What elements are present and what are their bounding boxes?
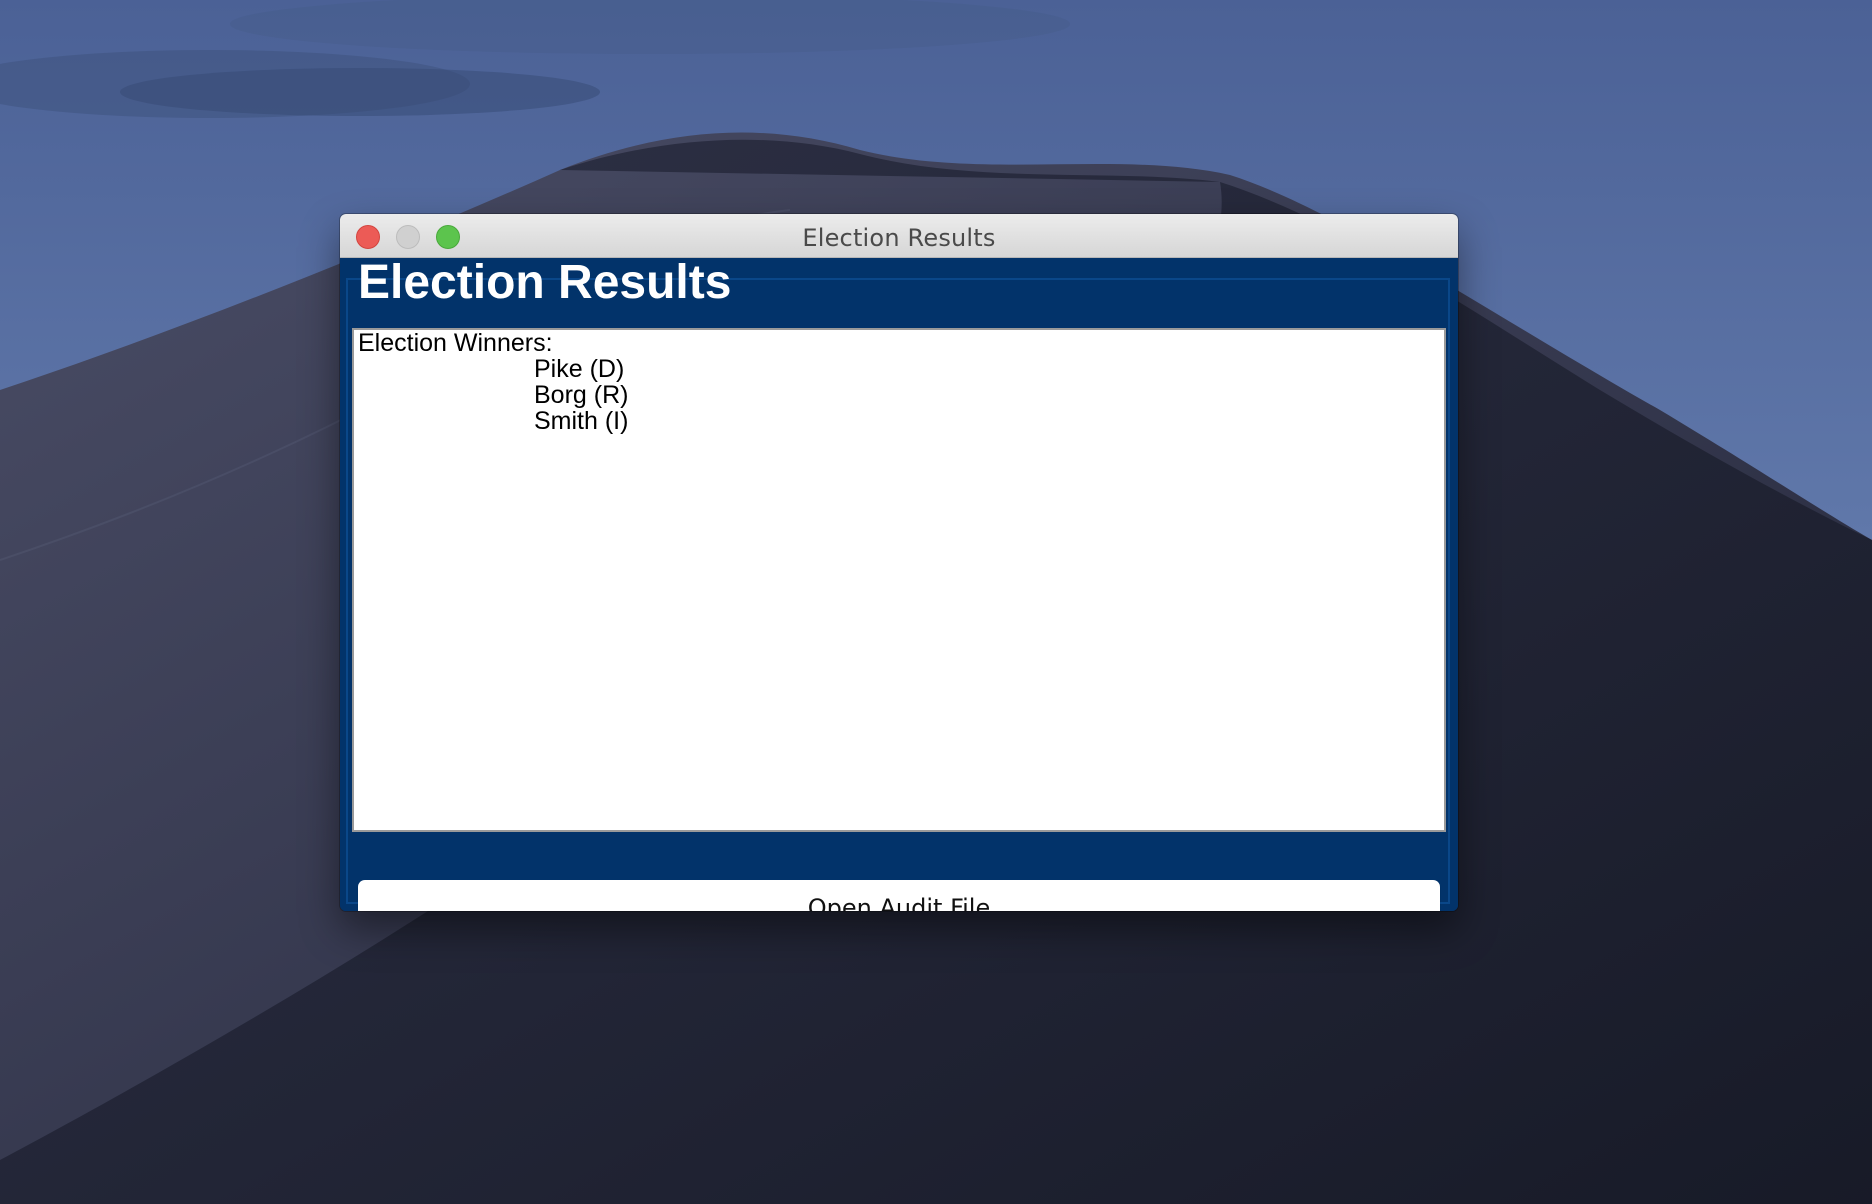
winner-item: Smith (I)	[534, 407, 629, 435]
election-results-window: Election Results Election Results Electi…	[340, 214, 1458, 911]
results-text-area[interactable]: Election Winners: Pike (D) Borg (R) Smit…	[352, 328, 1446, 832]
window-titlebar[interactable]: Election Results	[340, 214, 1458, 258]
open-audit-file-button[interactable]: Open Audit File	[358, 880, 1440, 911]
results-heading: Election Winners:	[358, 329, 553, 357]
winner-item: Pike (D)	[534, 355, 625, 383]
window-title: Election Results	[802, 224, 996, 252]
window-content: Election Results Election Winners: Pike …	[340, 256, 1458, 911]
page-title: Election Results	[358, 256, 732, 309]
winner-item: Borg (R)	[534, 381, 629, 409]
